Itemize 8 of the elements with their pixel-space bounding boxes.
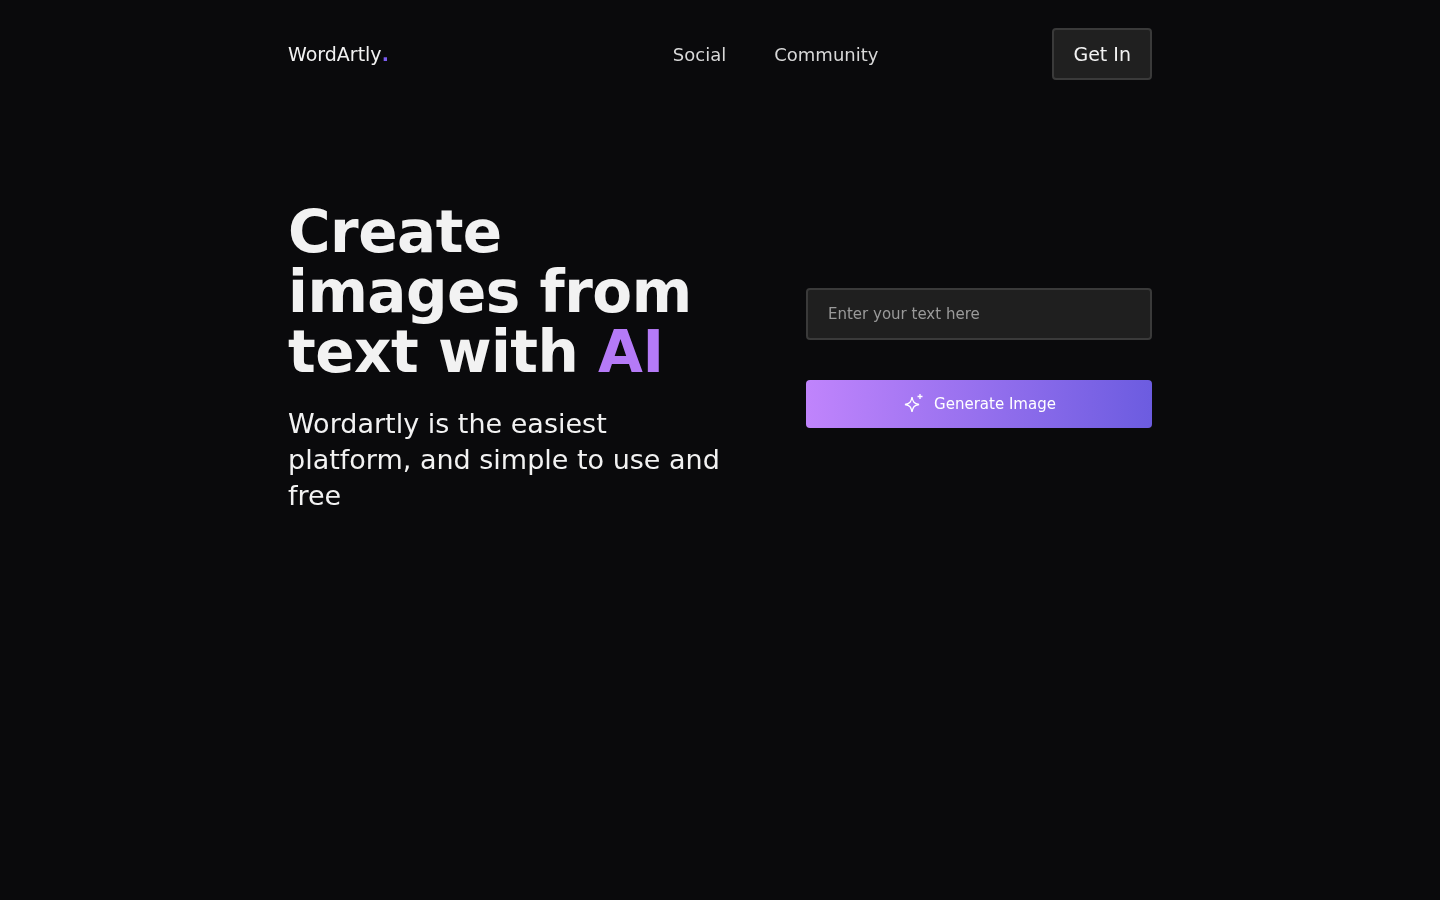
brand-logo[interactable]: WordArtly. [288, 39, 389, 69]
hero-headline: Create images from text with AI [288, 202, 693, 382]
prompt-input-field[interactable]: Enter your text here [806, 288, 1152, 340]
nav-link[interactable]: Social [672, 40, 727, 68]
get-in-button[interactable]: Get In [1052, 27, 1152, 81]
hero-subtitle: Wordartly is the easiest platform, and simple to use and free [288, 407, 721, 513]
generate-image-button[interactable]: Generate Image [806, 380, 1152, 428]
nav-link[interactable]: Community [774, 40, 879, 68]
